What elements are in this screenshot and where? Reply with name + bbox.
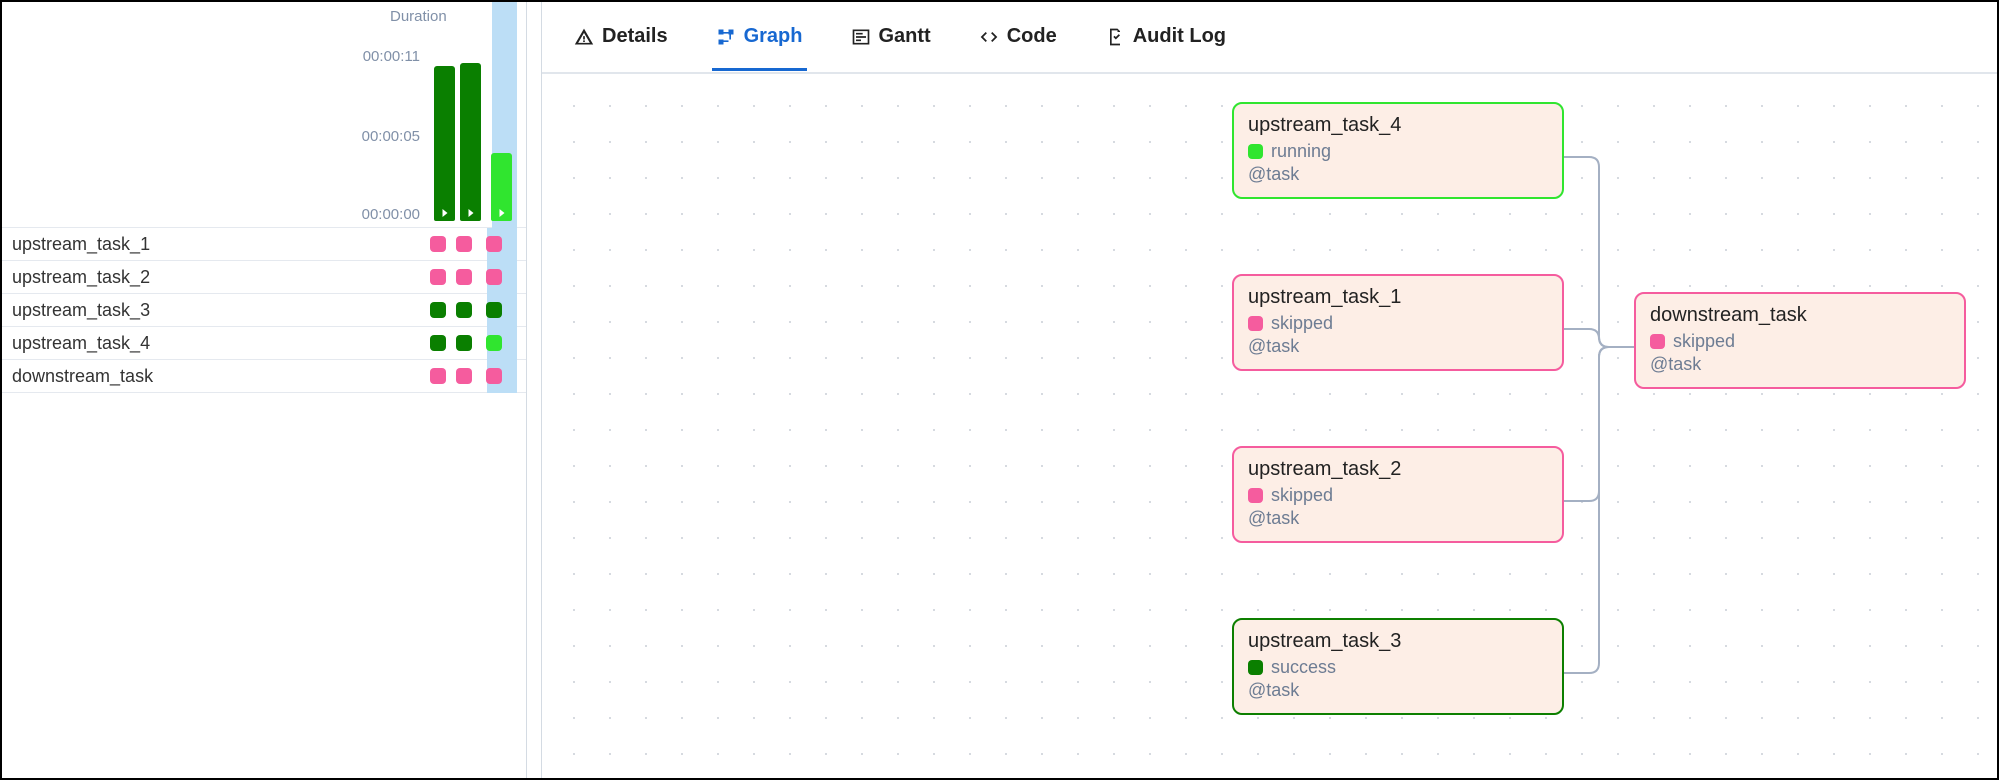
node-title: upstream_task_2 — [1248, 458, 1548, 481]
task-run-cells — [430, 269, 526, 285]
pane-divider[interactable] — [526, 2, 542, 778]
task-row[interactable]: upstream_task_2 — [2, 261, 526, 294]
node-title: upstream_task_4 — [1248, 114, 1548, 137]
task-instance-cell[interactable] — [456, 236, 472, 252]
task-instance-cell[interactable] — [486, 236, 502, 252]
duration-chart: Duration 00:00:11 00:00:05 00:00:00 — [2, 2, 526, 227]
node-decorator: @task — [1248, 508, 1548, 529]
task-instance-cell[interactable] — [430, 236, 446, 252]
graph-node-upstream_task_2[interactable]: upstream_task_2skipped@task — [1232, 446, 1564, 543]
task-rows: upstream_task_1 upstream_task_2 upstream_t… — [2, 227, 526, 393]
graph-icon — [716, 27, 736, 47]
tab-audit[interactable]: Audit Log — [1101, 25, 1230, 71]
task-row[interactable]: upstream_task_4 — [2, 327, 526, 360]
task-instance-cell[interactable] — [430, 368, 446, 384]
task-name: upstream_task_3 — [2, 300, 430, 321]
status-square-icon — [1248, 144, 1263, 159]
status-square-icon — [1248, 316, 1263, 331]
status-square-icon — [1248, 488, 1263, 503]
task-name: upstream_task_2 — [2, 267, 430, 288]
tab-graph[interactable]: Graph — [712, 25, 807, 71]
node-status: skipped — [1650, 331, 1950, 352]
node-decorator: @task — [1650, 354, 1950, 375]
code-icon — [979, 27, 999, 47]
task-run-cells — [430, 302, 526, 318]
status-text: skipped — [1673, 331, 1735, 352]
task-run-cells — [430, 368, 526, 384]
node-title: upstream_task_3 — [1248, 630, 1548, 653]
task-instance-cell[interactable] — [486, 302, 502, 318]
dag-run-bar[interactable] — [491, 153, 512, 221]
node-decorator: @task — [1248, 680, 1548, 701]
status-square-icon — [1650, 334, 1665, 349]
audit-icon — [1105, 27, 1125, 47]
graph-canvas[interactable]: upstream_task_4running@taskupstream_task… — [542, 74, 1997, 778]
graph-node-downstream_task[interactable]: downstream_taskskipped@task — [1634, 292, 1966, 389]
node-title: downstream_task — [1650, 304, 1950, 327]
node-status: skipped — [1248, 313, 1548, 334]
tab-label: Graph — [744, 25, 803, 48]
tab-details[interactable]: Details — [570, 25, 672, 71]
tab-label: Details — [602, 25, 668, 48]
task-row[interactable]: downstream_task — [2, 360, 526, 393]
task-name: upstream_task_1 — [2, 234, 430, 255]
status-square-icon — [1248, 660, 1263, 675]
duration-tick: 00:00:00 — [362, 206, 420, 223]
task-row[interactable]: upstream_task_3 — [2, 294, 526, 327]
tabs-bar: Details Graph Gantt Code Audit Log — [542, 2, 1997, 74]
node-decorator: @task — [1248, 164, 1548, 185]
task-row[interactable]: upstream_task_1 — [2, 228, 526, 261]
task-instance-cell[interactable] — [456, 269, 472, 285]
task-instance-cell[interactable] — [456, 368, 472, 384]
tab-label: Gantt — [879, 25, 931, 48]
node-status: success — [1248, 657, 1548, 678]
node-status: skipped — [1248, 485, 1548, 506]
graph-node-upstream_task_3[interactable]: upstream_task_3success@task — [1232, 618, 1564, 715]
node-status: running — [1248, 141, 1548, 162]
status-text: skipped — [1271, 313, 1333, 334]
graph-node-upstream_task_1[interactable]: upstream_task_1skipped@task — [1232, 274, 1564, 371]
task-instance-cell[interactable] — [486, 269, 502, 285]
duration-tick: 00:00:11 — [363, 48, 420, 65]
node-title: upstream_task_1 — [1248, 286, 1548, 309]
status-text: skipped — [1271, 485, 1333, 506]
task-tree-panel: Duration 00:00:11 00:00:05 00:00:00 upst… — [2, 2, 526, 778]
tab-gantt[interactable]: Gantt — [847, 25, 935, 71]
status-text: running — [1271, 141, 1331, 162]
task-instance-cell[interactable] — [430, 302, 446, 318]
status-text: success — [1271, 657, 1336, 678]
dag-run-bar[interactable] — [460, 63, 481, 221]
task-instance-cell[interactable] — [430, 269, 446, 285]
dag-run-bar[interactable] — [434, 66, 455, 221]
tab-label: Audit Log — [1133, 25, 1226, 48]
duration-label: Duration — [390, 8, 447, 25]
task-instance-cell[interactable] — [430, 335, 446, 351]
graph-node-upstream_task_4[interactable]: upstream_task_4running@task — [1232, 102, 1564, 199]
task-instance-cell[interactable] — [456, 302, 472, 318]
task-name: upstream_task_4 — [2, 333, 430, 354]
task-name: downstream_task — [2, 366, 430, 387]
gantt-icon — [851, 27, 871, 47]
task-instance-cell[interactable] — [486, 368, 502, 384]
tab-code[interactable]: Code — [975, 25, 1061, 71]
task-instance-cell[interactable] — [486, 335, 502, 351]
duration-tick: 00:00:05 — [362, 128, 420, 145]
task-instance-cell[interactable] — [456, 335, 472, 351]
warning-icon — [574, 27, 594, 47]
task-run-cells — [430, 236, 526, 252]
task-run-cells — [430, 335, 526, 351]
node-decorator: @task — [1248, 336, 1548, 357]
tab-label: Code — [1007, 25, 1057, 48]
